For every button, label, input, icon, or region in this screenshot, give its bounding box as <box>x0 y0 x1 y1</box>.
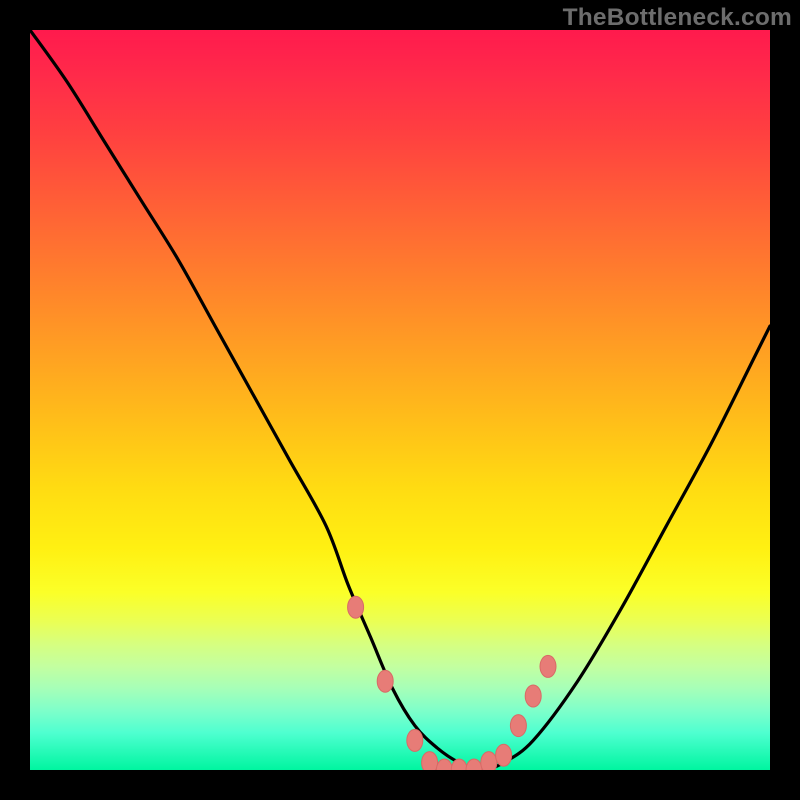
curve-marker <box>466 759 482 770</box>
curve-marker <box>407 729 423 751</box>
curve-marker <box>525 685 541 707</box>
curve-marker <box>348 596 364 618</box>
curve-marker <box>481 752 497 770</box>
curve-marker <box>510 715 526 737</box>
watermark-text: TheBottleneck.com <box>563 4 792 32</box>
curve-marker <box>540 655 556 677</box>
curve-marker <box>436 759 452 770</box>
chart-frame: TheBottleneck.com <box>0 0 800 800</box>
bottleneck-curve-path <box>30 30 770 770</box>
bottleneck-curve-svg <box>30 30 770 770</box>
curve-marker <box>422 752 438 770</box>
curve-marker <box>496 744 512 766</box>
marker-group <box>348 596 556 770</box>
curve-marker <box>451 759 467 770</box>
curve-marker <box>377 670 393 692</box>
plot-area <box>30 30 770 770</box>
